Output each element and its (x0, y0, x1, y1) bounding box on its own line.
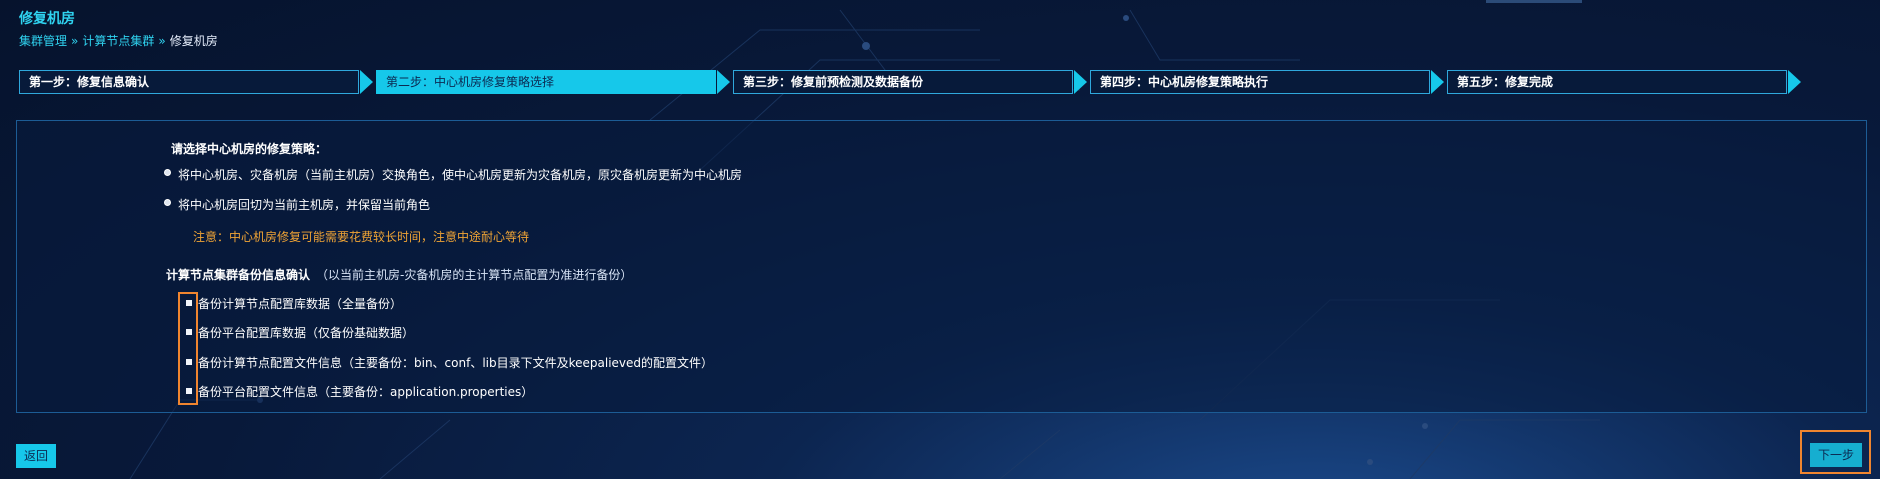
step-arrow-icon (1431, 70, 1444, 94)
step-arrow-icon (1788, 70, 1801, 94)
backup-heading-note: （以当前主机房-灾备机房的主计算节点配置为准进行备份） (316, 268, 633, 282)
checkbox[interactable] (186, 300, 192, 306)
strategy-option-label: 将中心机房、灾备机房（当前主机房）交换角色，使中心机房更新为灾备机房，原灾备机房… (178, 168, 743, 182)
step-arrow-icon (717, 70, 730, 94)
strategy-option-label: 将中心机房回切为当前主机房，并保留当前角色 (178, 198, 431, 212)
strategy-heading: 请选择中心机房的修复策略： (171, 142, 328, 156)
step-label: 第二步：中心机房修复策略选择 (386, 75, 555, 89)
backup-heading-title: 计算节点集群备份信息确认 (166, 268, 311, 282)
breadcrumb-compute-node-cluster[interactable]: 计算节点集群 (82, 34, 154, 48)
breadcrumb: 集群管理» 计算节点集群» 修复机房 (19, 34, 218, 49)
radio-button[interactable] (164, 169, 171, 176)
breadcrumb-separator: » (158, 34, 166, 48)
backup-item-label: 备份计算节点配置库数据（全量备份） (198, 297, 403, 311)
strategy-warning: 注意：中心机房修复可能需要花费较长时间，注意中途耐心等待 (193, 230, 530, 244)
checkbox[interactable] (186, 388, 192, 394)
step-arrow-icon (360, 70, 373, 94)
breadcrumb-separator: » (71, 34, 79, 48)
step-arrow-icon (1074, 70, 1087, 94)
step-label: 第三步：修复前预检测及数据备份 (743, 75, 924, 89)
breadcrumb-current: 修复机房 (169, 34, 218, 48)
step-3: 第三步：修复前预检测及数据备份 (733, 70, 1087, 94)
page-title: 修复机房 (19, 11, 75, 27)
backup-item-label: 备份平台配置库数据（仅备份基础数据） (198, 326, 415, 340)
backup-item-label: 备份计算节点配置文件信息（主要备份：bin、conf、lib目录下文件及keep… (198, 356, 714, 370)
step-label: 第四步：中心机房修复策略执行 (1100, 75, 1269, 89)
next-step-button[interactable]: 下一步 (1810, 443, 1862, 467)
breadcrumb-cluster-management[interactable]: 集群管理 (19, 34, 67, 48)
step-label: 第五步：修复完成 (1457, 75, 1554, 89)
backup-heading: 计算节点集群备份信息确认 （以当前主机房-灾备机房的主计算节点配置为准进行备份） (166, 266, 632, 283)
checkbox[interactable] (186, 329, 192, 335)
step-4: 第四步：中心机房修复策略执行 (1090, 70, 1444, 94)
step-5: 第五步：修复完成 (1447, 70, 1801, 94)
wizard-steps: 第一步：修复信息确认 第二步：中心机房修复策略选择 第三步：修复前预检测及数据备… (19, 70, 1819, 94)
checkbox[interactable] (186, 359, 192, 365)
step-1: 第一步：修复信息确认 (19, 70, 373, 94)
radio-button[interactable] (164, 199, 171, 206)
step-label: 第一步：修复信息确认 (29, 75, 150, 89)
backup-item-label: 备份平台配置文件信息（主要备份：application.properties） (198, 385, 534, 399)
step-2: 第二步：中心机房修复策略选择 (376, 70, 730, 94)
page-header: 修复机房 集群管理» 计算节点集群» 修复机房 (19, 10, 218, 49)
back-button[interactable]: 返回 (16, 444, 56, 468)
top-tab-indicator (1486, 0, 1582, 3)
